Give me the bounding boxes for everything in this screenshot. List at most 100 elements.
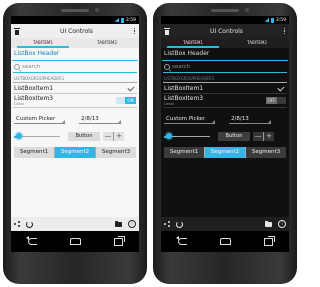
segment-2[interactable]: Segment2 <box>54 147 95 158</box>
toggle-switch[interactable]: ON <box>116 97 136 104</box>
info-icon[interactable]: i <box>128 220 136 228</box>
trash-icon[interactable] <box>14 27 20 35</box>
dropdown-corner-icon <box>268 120 271 123</box>
refresh-icon[interactable] <box>26 220 33 228</box>
status-bar: 3:59 <box>161 16 289 24</box>
stepper-plus-button[interactable]: + <box>113 131 124 141</box>
list-item-3[interactable]: ListBoxItem3 Detail OFF <box>161 94 289 107</box>
back-icon[interactable] <box>175 236 187 245</box>
search-placeholder: search <box>22 64 41 70</box>
slider-thumb[interactable] <box>15 133 22 139</box>
stepper-plus-button[interactable]: + <box>263 131 274 141</box>
signal-icon <box>263 18 269 22</box>
slider-thumb[interactable] <box>165 133 172 139</box>
search-icon <box>164 64 170 70</box>
segmented-control: Segment1 Segment2 Segment3 <box>14 147 136 158</box>
list-item-1-label: ListBoxItem1 <box>14 84 54 92</box>
search-icon <box>14 64 20 70</box>
stepper-minus-button[interactable]: — <box>103 131 113 141</box>
signal-icon <box>113 18 119 22</box>
date-picker[interactable]: 2/8/13 <box>79 115 121 124</box>
custom-picker[interactable]: Custom Picker <box>164 115 215 124</box>
tab-item-1[interactable]: TABITEM1 <box>11 38 75 48</box>
battery-icon <box>270 17 274 23</box>
toggle-label: ON <box>125 97 136 104</box>
stepper: — + <box>253 131 274 141</box>
segment-1[interactable]: Segment1 <box>164 147 204 158</box>
search-underline <box>163 72 287 73</box>
recent-apps-icon[interactable] <box>113 235 125 246</box>
dropdown-corner-icon <box>212 120 215 123</box>
list-item-1[interactable]: ListBoxItem1 <box>11 83 139 93</box>
toggle-switch[interactable]: OFF <box>266 97 286 104</box>
refresh-icon[interactable] <box>176 220 183 228</box>
home-icon[interactable] <box>69 238 81 245</box>
custom-picker-label: Custom Picker <box>16 116 56 122</box>
trash-icon[interactable] <box>164 27 170 35</box>
checkmark-icon <box>127 84 135 92</box>
stepper: — + <box>103 131 124 141</box>
page-title: UI Controls <box>60 27 93 35</box>
segment-3[interactable]: Segment3 <box>245 147 286 158</box>
slider-row: Button — + <box>161 131 289 141</box>
status-time: 3:59 <box>125 17 136 23</box>
slider[interactable] <box>164 132 210 140</box>
slider-row: Button — + <box>11 131 139 141</box>
action-bar: UI Controls <box>11 24 139 38</box>
dropdown-corner-icon <box>118 120 121 123</box>
date-picker[interactable]: 2/8/13 <box>229 115 271 124</box>
front-camera <box>95 8 99 12</box>
home-icon[interactable] <box>219 238 231 245</box>
status-time: 3:59 <box>275 17 286 23</box>
back-icon[interactable] <box>25 236 37 245</box>
recent-apps-icon[interactable] <box>263 235 275 246</box>
stepper-minus-button[interactable]: — <box>253 131 263 141</box>
bottom-action-bar: i <box>161 217 289 231</box>
overflow-menu-icon[interactable] <box>283 27 286 35</box>
dropdown-corner-icon <box>62 120 65 123</box>
segment-1[interactable]: Segment1 <box>14 147 54 158</box>
search-input[interactable]: search <box>161 62 289 72</box>
folder-icon[interactable] <box>115 220 122 227</box>
list-item-1[interactable]: ListBoxItem1 <box>161 83 289 93</box>
navigation-bar <box>11 231 139 252</box>
picker-row: Custom Picker 2/8/13 <box>161 114 289 125</box>
share-icon[interactable] <box>14 221 20 227</box>
segment-3[interactable]: Segment3 <box>95 147 136 158</box>
custom-picker-label: Custom Picker <box>166 116 206 122</box>
page-title: UI Controls <box>210 27 243 35</box>
navigation-bar <box>161 231 289 252</box>
header-divider <box>12 60 138 61</box>
listbox-header: ListBox Header <box>14 50 60 57</box>
date-picker-value: 2/8/13 <box>231 116 249 122</box>
action-bar: UI Controls <box>161 24 289 38</box>
info-icon[interactable]: i <box>278 220 286 228</box>
earpiece <box>61 9 89 12</box>
earpiece <box>211 9 239 12</box>
search-underline <box>13 72 137 73</box>
dark-theme-phone: 3:59 UI Controls TABITEM1 TABITEM2 ListB… <box>153 3 297 284</box>
button[interactable]: Button <box>218 131 250 141</box>
button[interactable]: Button <box>68 131 100 141</box>
tab-item-2[interactable]: TABITEM2 <box>225 38 289 48</box>
overflow-menu-icon[interactable] <box>133 27 136 35</box>
bottom-action-bar: i <box>11 217 139 231</box>
listbox-header: ListBox Header <box>164 50 210 57</box>
segment-2[interactable]: Segment2 <box>204 147 245 158</box>
dark-screen: 3:59 UI Controls TABITEM1 TABITEM2 ListB… <box>161 16 289 252</box>
list-item-1-label: ListBoxItem1 <box>164 84 204 92</box>
tab-item-1[interactable]: TABITEM1 <box>161 38 225 48</box>
search-placeholder: search <box>172 64 191 70</box>
battery-icon <box>120 17 124 23</box>
list-item-3[interactable]: ListBoxItem3 Detail ON <box>11 94 139 107</box>
folder-icon[interactable] <box>265 220 272 227</box>
tab-bar: TABITEM1 TABITEM2 <box>161 38 289 48</box>
search-input[interactable]: search <box>11 62 139 72</box>
slider[interactable] <box>14 132 60 140</box>
tab-item-2[interactable]: TABITEM2 <box>75 38 139 48</box>
status-bar: 3:59 <box>11 16 139 24</box>
custom-picker[interactable]: Custom Picker <box>14 115 65 124</box>
share-icon[interactable] <box>164 221 170 227</box>
toggle-label: OFF <box>266 97 277 104</box>
checkmark-icon <box>277 84 285 92</box>
